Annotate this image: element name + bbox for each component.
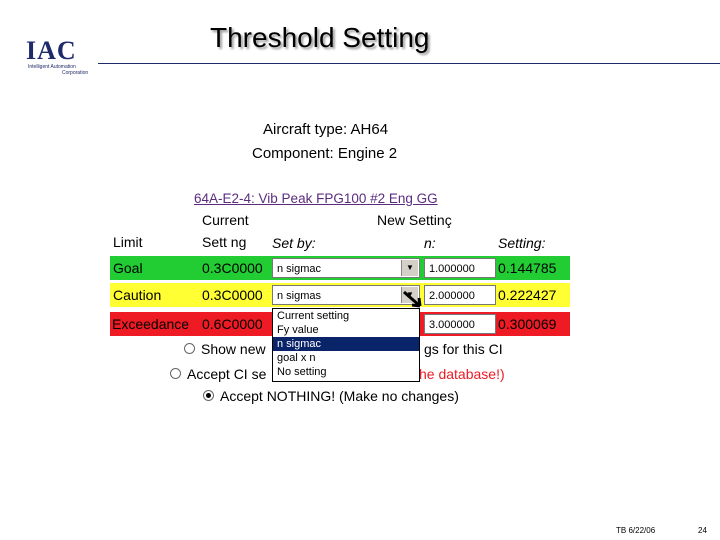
- n-input-exceedance[interactable]: 3.000000: [424, 314, 496, 334]
- chevron-down-icon[interactable]: ▼: [401, 260, 418, 276]
- header-n: n:: [424, 235, 436, 251]
- logo-subtitle-2: Corporation: [62, 70, 89, 76]
- iac-logo: IAC: [26, 36, 77, 65]
- dropdown-option[interactable]: Current setting: [273, 309, 419, 323]
- set-by-select-goal[interactable]: n sigmac ▼: [272, 258, 420, 278]
- option-accept-ci-label: Accept CI se: [187, 366, 267, 382]
- dropdown-option-selected[interactable]: n sigmac: [273, 337, 419, 351]
- current-goal: 0.3C0000: [202, 260, 263, 276]
- limit-exceedance: Exceedance: [112, 316, 190, 332]
- current-exceedance: 0.6C0000: [202, 316, 263, 332]
- header-new-setting: New Settinç: [377, 212, 452, 228]
- ci-title-link[interactable]: 64A-E2-4: Vib Peak FPG100 #2 Eng GG: [194, 191, 438, 206]
- radio-accept-ci[interactable]: [170, 368, 181, 379]
- option-show-new[interactable]: Show new: [184, 341, 266, 357]
- footer-date: TB 6/22/06: [616, 526, 656, 535]
- header-setting: Setting:: [498, 235, 546, 251]
- page-title: Threshold Setting: [210, 22, 430, 53]
- set-by-value-goal: n sigmac: [277, 263, 322, 275]
- setting-exceedance: 0.300069: [498, 316, 557, 332]
- current-caution: 0.3C0000: [202, 287, 263, 303]
- n-input-caution[interactable]: 2.000000: [424, 285, 496, 305]
- limit-goal: Goal: [113, 260, 143, 276]
- setting-caution: 0.222427: [498, 287, 557, 303]
- header-current: Current: [202, 212, 249, 228]
- option-accept-nothing[interactable]: Accept NOTHING! (Make no changes): [203, 388, 459, 404]
- dropdown-option[interactable]: No setting: [273, 365, 419, 379]
- option-show-new-label-rest: gs for this CI: [424, 341, 503, 357]
- mouse-cursor-icon: [403, 290, 422, 308]
- component-name: Component: Engine 2: [252, 145, 398, 162]
- page-number: 24: [698, 526, 707, 535]
- option-show-new-label: Show new: [201, 341, 266, 357]
- header-current-setting: Sett ng: [202, 234, 247, 250]
- set-by-dropdown-list[interactable]: Current setting Fy value n sigmac goal x…: [272, 308, 420, 382]
- option-accept-nothing-label: Accept NOTHING! (Make no changes): [220, 388, 459, 404]
- header-limit: Limit: [113, 234, 143, 250]
- setting-goal: 0.144785: [498, 260, 557, 276]
- option-accept-ci[interactable]: Accept CI se: [170, 366, 266, 382]
- dropdown-option[interactable]: Fy value: [273, 323, 419, 337]
- option-accept-ci-label-rest: he database!): [419, 366, 505, 382]
- radio-accept-nothing[interactable]: [203, 390, 214, 401]
- header-set-by: Set by:: [272, 235, 316, 251]
- dropdown-option[interactable]: goal x n: [273, 351, 419, 365]
- title-rule: [98, 63, 720, 64]
- set-by-value-caution: n sigmas: [277, 290, 322, 302]
- n-input-goal[interactable]: 1.000000: [424, 258, 496, 278]
- aircraft-type: Aircraft type: AH64: [263, 121, 389, 138]
- limit-caution: Caution: [113, 287, 162, 303]
- radio-show-new[interactable]: [184, 343, 195, 354]
